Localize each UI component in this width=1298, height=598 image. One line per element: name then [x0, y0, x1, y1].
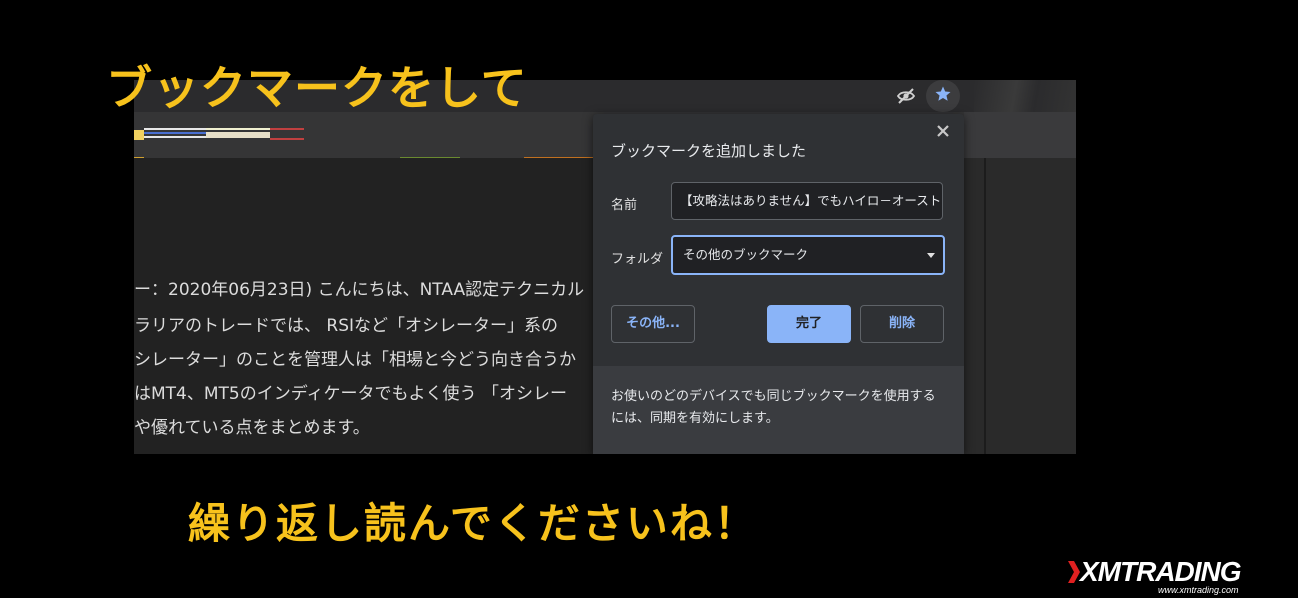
browser-window: ー：2020年06月23日) こんにちは、NTAA認定テクニカル ラリアのトレー… [134, 80, 1076, 454]
name-label: 名前 [611, 198, 638, 213]
done-button[interactable]: 完了 [767, 305, 851, 343]
article-line: や優れている点をまとめます。 [134, 418, 370, 438]
folder-select-value: その他のブックマーク [683, 247, 809, 262]
chevron-down-icon [927, 253, 935, 258]
article-line: ー：2020年06月23日) こんにちは、NTAA認定テクニカル [134, 280, 585, 300]
more-button[interactable]: その他... [611, 305, 695, 343]
heading-bookmark: ブックマークをして [106, 61, 528, 115]
sync-promo-text: お使いのどのデバイスでも同じブックマークを使用するには、同期を有効にします。 [611, 389, 936, 426]
page-banner-strip [134, 128, 304, 142]
xmtrading-logo: XMTRADING www.xmtrading.com [1066, 556, 1272, 596]
bookmarks-bar-right [964, 112, 1076, 158]
eye-off-icon[interactable] [896, 86, 916, 106]
logo-url: www.xmtrading.com [1158, 585, 1239, 595]
article-line: ラリアのトレードでは、 RSIなど「オシレーター」系の [134, 316, 559, 336]
sync-promo: お使いのどのデバイスでも同じブックマークを使用するには、同期を有効にします。 [593, 366, 964, 454]
slide: ー：2020年06月23日) こんにちは、NTAA認定テクニカル ラリアのトレー… [0, 0, 1298, 598]
folder-label: フォルダ [611, 252, 664, 267]
article-line: シレーター」のことを管理人は「相場と今どう向き合うか [134, 350, 576, 370]
heading-reread: 繰り返し読んでくださいね！ [188, 499, 758, 548]
bookmark-dialog: ブックマークを追加しました 名前 【攻略法はありません】でもハイロ－オーストラリ… [593, 114, 964, 454]
toolbar-decoration [974, 80, 1076, 112]
right-rail [964, 158, 1076, 454]
folder-select[interactable]: その他のブックマーク [671, 235, 945, 275]
article-line: はMT4、MT5のインディケータでもよく使う 「オシレー [134, 384, 567, 404]
bookmark-name-input[interactable]: 【攻略法はありません】でもハイロ－オーストラリア [671, 182, 943, 220]
rail-divider [984, 158, 986, 454]
bookmark-star-button[interactable] [926, 80, 960, 112]
dialog-title: ブックマークを追加しました [611, 142, 807, 160]
logo-brand: XMTRADING [1080, 556, 1242, 587]
delete-button[interactable]: 削除 [860, 305, 944, 343]
close-icon[interactable] [935, 124, 951, 140]
star-icon [934, 85, 952, 107]
